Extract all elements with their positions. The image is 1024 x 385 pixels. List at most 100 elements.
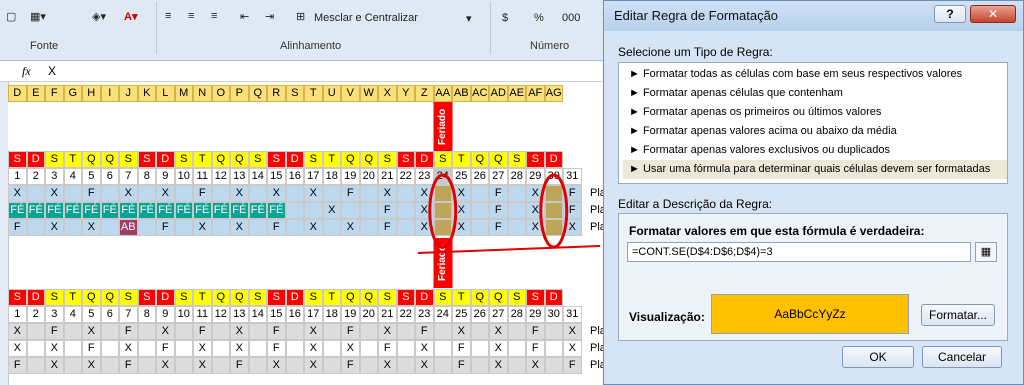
schedule-cell[interactable]: X — [452, 185, 471, 202]
day-cell[interactable]: 17 — [304, 168, 323, 185]
column-header[interactable]: L — [156, 85, 175, 102]
schedule-cell[interactable]: F — [267, 323, 286, 340]
schedule-cell[interactable]: FÉ — [248, 202, 267, 219]
schedule-cell[interactable]: X — [82, 357, 101, 374]
day-cell[interactable]: 29 — [526, 168, 545, 185]
schedule-cell[interactable]: X — [415, 185, 434, 202]
weekday-cell[interactable]: S — [248, 289, 267, 306]
schedule-cell[interactable] — [248, 357, 267, 374]
weekday-cell[interactable]: Q — [489, 289, 508, 306]
formula-input[interactable]: X — [48, 64, 56, 78]
column-header[interactable]: E — [26, 85, 45, 102]
indent-increase-icon[interactable]: ⇥ — [265, 10, 274, 23]
schedule-cell[interactable]: X — [526, 202, 545, 219]
schedule-cell[interactable] — [174, 323, 193, 340]
schedule-cell[interactable]: F — [82, 185, 101, 202]
schedule-cell[interactable]: X — [415, 219, 434, 236]
schedule-cell[interactable]: X — [119, 340, 138, 357]
schedule-cell[interactable]: X — [489, 340, 508, 357]
schedule-cell[interactable]: X — [452, 323, 471, 340]
schedule-cell[interactable] — [470, 357, 489, 374]
range-select-icon[interactable]: ▦ — [975, 242, 997, 262]
schedule-cell[interactable]: F — [526, 323, 545, 340]
day-cell[interactable]: 27 — [489, 306, 508, 323]
column-header[interactable]: X — [378, 85, 397, 102]
day-cell[interactable]: 25 — [452, 168, 471, 185]
percent-button[interactable]: % — [534, 12, 544, 24]
weekday-cell[interactable]: S — [137, 289, 156, 306]
schedule-cell[interactable] — [100, 219, 119, 236]
schedule-cell[interactable]: X — [82, 323, 101, 340]
weekday-cell[interactable]: D — [26, 151, 45, 168]
schedule-cell[interactable]: X — [489, 357, 508, 374]
day-cell[interactable]: 19 — [341, 306, 360, 323]
schedule-cell[interactable] — [433, 202, 452, 219]
rule-type-item[interactable]: ► Formatar apenas valores exclusivos ou … — [623, 141, 987, 160]
schedule-cell[interactable]: F — [452, 357, 471, 374]
schedule-cell[interactable]: F — [452, 340, 471, 357]
weekday-cell[interactable]: D — [544, 289, 563, 306]
weekday-cell[interactable]: T — [322, 289, 341, 306]
schedule-cell[interactable]: FÉ — [211, 202, 230, 219]
ok-button[interactable]: OK — [842, 346, 914, 368]
schedule-cell[interactable] — [470, 219, 489, 236]
rule-type-item[interactable]: ► Formatar apenas células que contenham — [623, 84, 987, 103]
weekday-cell[interactable]: S — [378, 289, 397, 306]
column-header[interactable]: AD — [489, 85, 508, 102]
column-header[interactable]: AB — [452, 85, 471, 102]
weekday-cell[interactable]: S — [396, 289, 415, 306]
bold-button[interactable]: ▢ — [6, 10, 16, 23]
day-cell[interactable]: 15 — [267, 168, 286, 185]
schedule-cell[interactable] — [174, 357, 193, 374]
schedule-cell[interactable]: F — [193, 323, 212, 340]
rule-type-item[interactable]: ► Formatar apenas valores acima ou abaix… — [623, 122, 987, 141]
schedule-cell[interactable] — [137, 219, 156, 236]
column-header[interactable]: D — [8, 85, 27, 102]
schedule-cell[interactable]: X — [8, 185, 27, 202]
schedule-cell[interactable]: X — [526, 219, 545, 236]
day-cell[interactable]: 20 — [359, 168, 378, 185]
schedule-cell[interactable]: FÉ — [137, 202, 156, 219]
weekday-cell[interactable]: Q — [341, 289, 360, 306]
weekday-cell[interactable]: S — [45, 289, 64, 306]
schedule-cell[interactable]: FÉ — [267, 202, 286, 219]
weekday-cell[interactable]: S — [174, 151, 193, 168]
schedule-cell[interactable]: X — [526, 185, 545, 202]
weekday-cell[interactable]: Q — [211, 289, 230, 306]
column-header[interactable]: AA — [433, 85, 452, 102]
formula-input-field[interactable]: =CONT.SE(D$4:D$6;D$4)=3 — [627, 242, 971, 262]
schedule-cell[interactable]: F — [82, 340, 101, 357]
schedule-cell[interactable]: F — [341, 357, 360, 374]
day-cell[interactable]: 21 — [378, 168, 397, 185]
day-cell[interactable]: 5 — [82, 168, 101, 185]
weekday-cell[interactable]: T — [322, 151, 341, 168]
weekday-cell[interactable]: Q — [100, 151, 119, 168]
column-header[interactable]: AC — [470, 85, 489, 102]
weekday-cell[interactable]: Q — [82, 289, 101, 306]
schedule-cell[interactable]: X — [415, 202, 434, 219]
day-cell[interactable]: 16 — [285, 306, 304, 323]
day-cell[interactable]: 9 — [156, 168, 175, 185]
schedule-cell[interactable] — [248, 340, 267, 357]
schedule-cell[interactable] — [396, 323, 415, 340]
weekday-cell[interactable]: D — [26, 289, 45, 306]
day-cell[interactable]: 23 — [415, 168, 434, 185]
weekday-cell[interactable]: D — [285, 151, 304, 168]
schedule-cell[interactable]: F — [563, 202, 582, 219]
merge-dropdown-icon[interactable]: ▾ — [466, 12, 472, 25]
schedule-cell[interactable]: F — [267, 340, 286, 357]
schedule-cell[interactable] — [433, 323, 452, 340]
schedule-cell[interactable] — [359, 323, 378, 340]
day-cell[interactable]: 5 — [82, 306, 101, 323]
weekday-cell[interactable]: T — [452, 289, 471, 306]
schedule-cell[interactable] — [470, 340, 489, 357]
weekday-cell[interactable]: T — [63, 289, 82, 306]
weekday-cell[interactable]: Q — [230, 151, 249, 168]
schedule-cell[interactable]: X — [82, 219, 101, 236]
day-cell[interactable]: 12 — [211, 168, 230, 185]
schedule-cell[interactable] — [285, 219, 304, 236]
schedule-cell[interactable]: X — [322, 202, 341, 219]
schedule-cell[interactable]: FÉ — [82, 202, 101, 219]
day-cell[interactable]: 27 — [489, 168, 508, 185]
day-cell[interactable]: 14 — [248, 168, 267, 185]
